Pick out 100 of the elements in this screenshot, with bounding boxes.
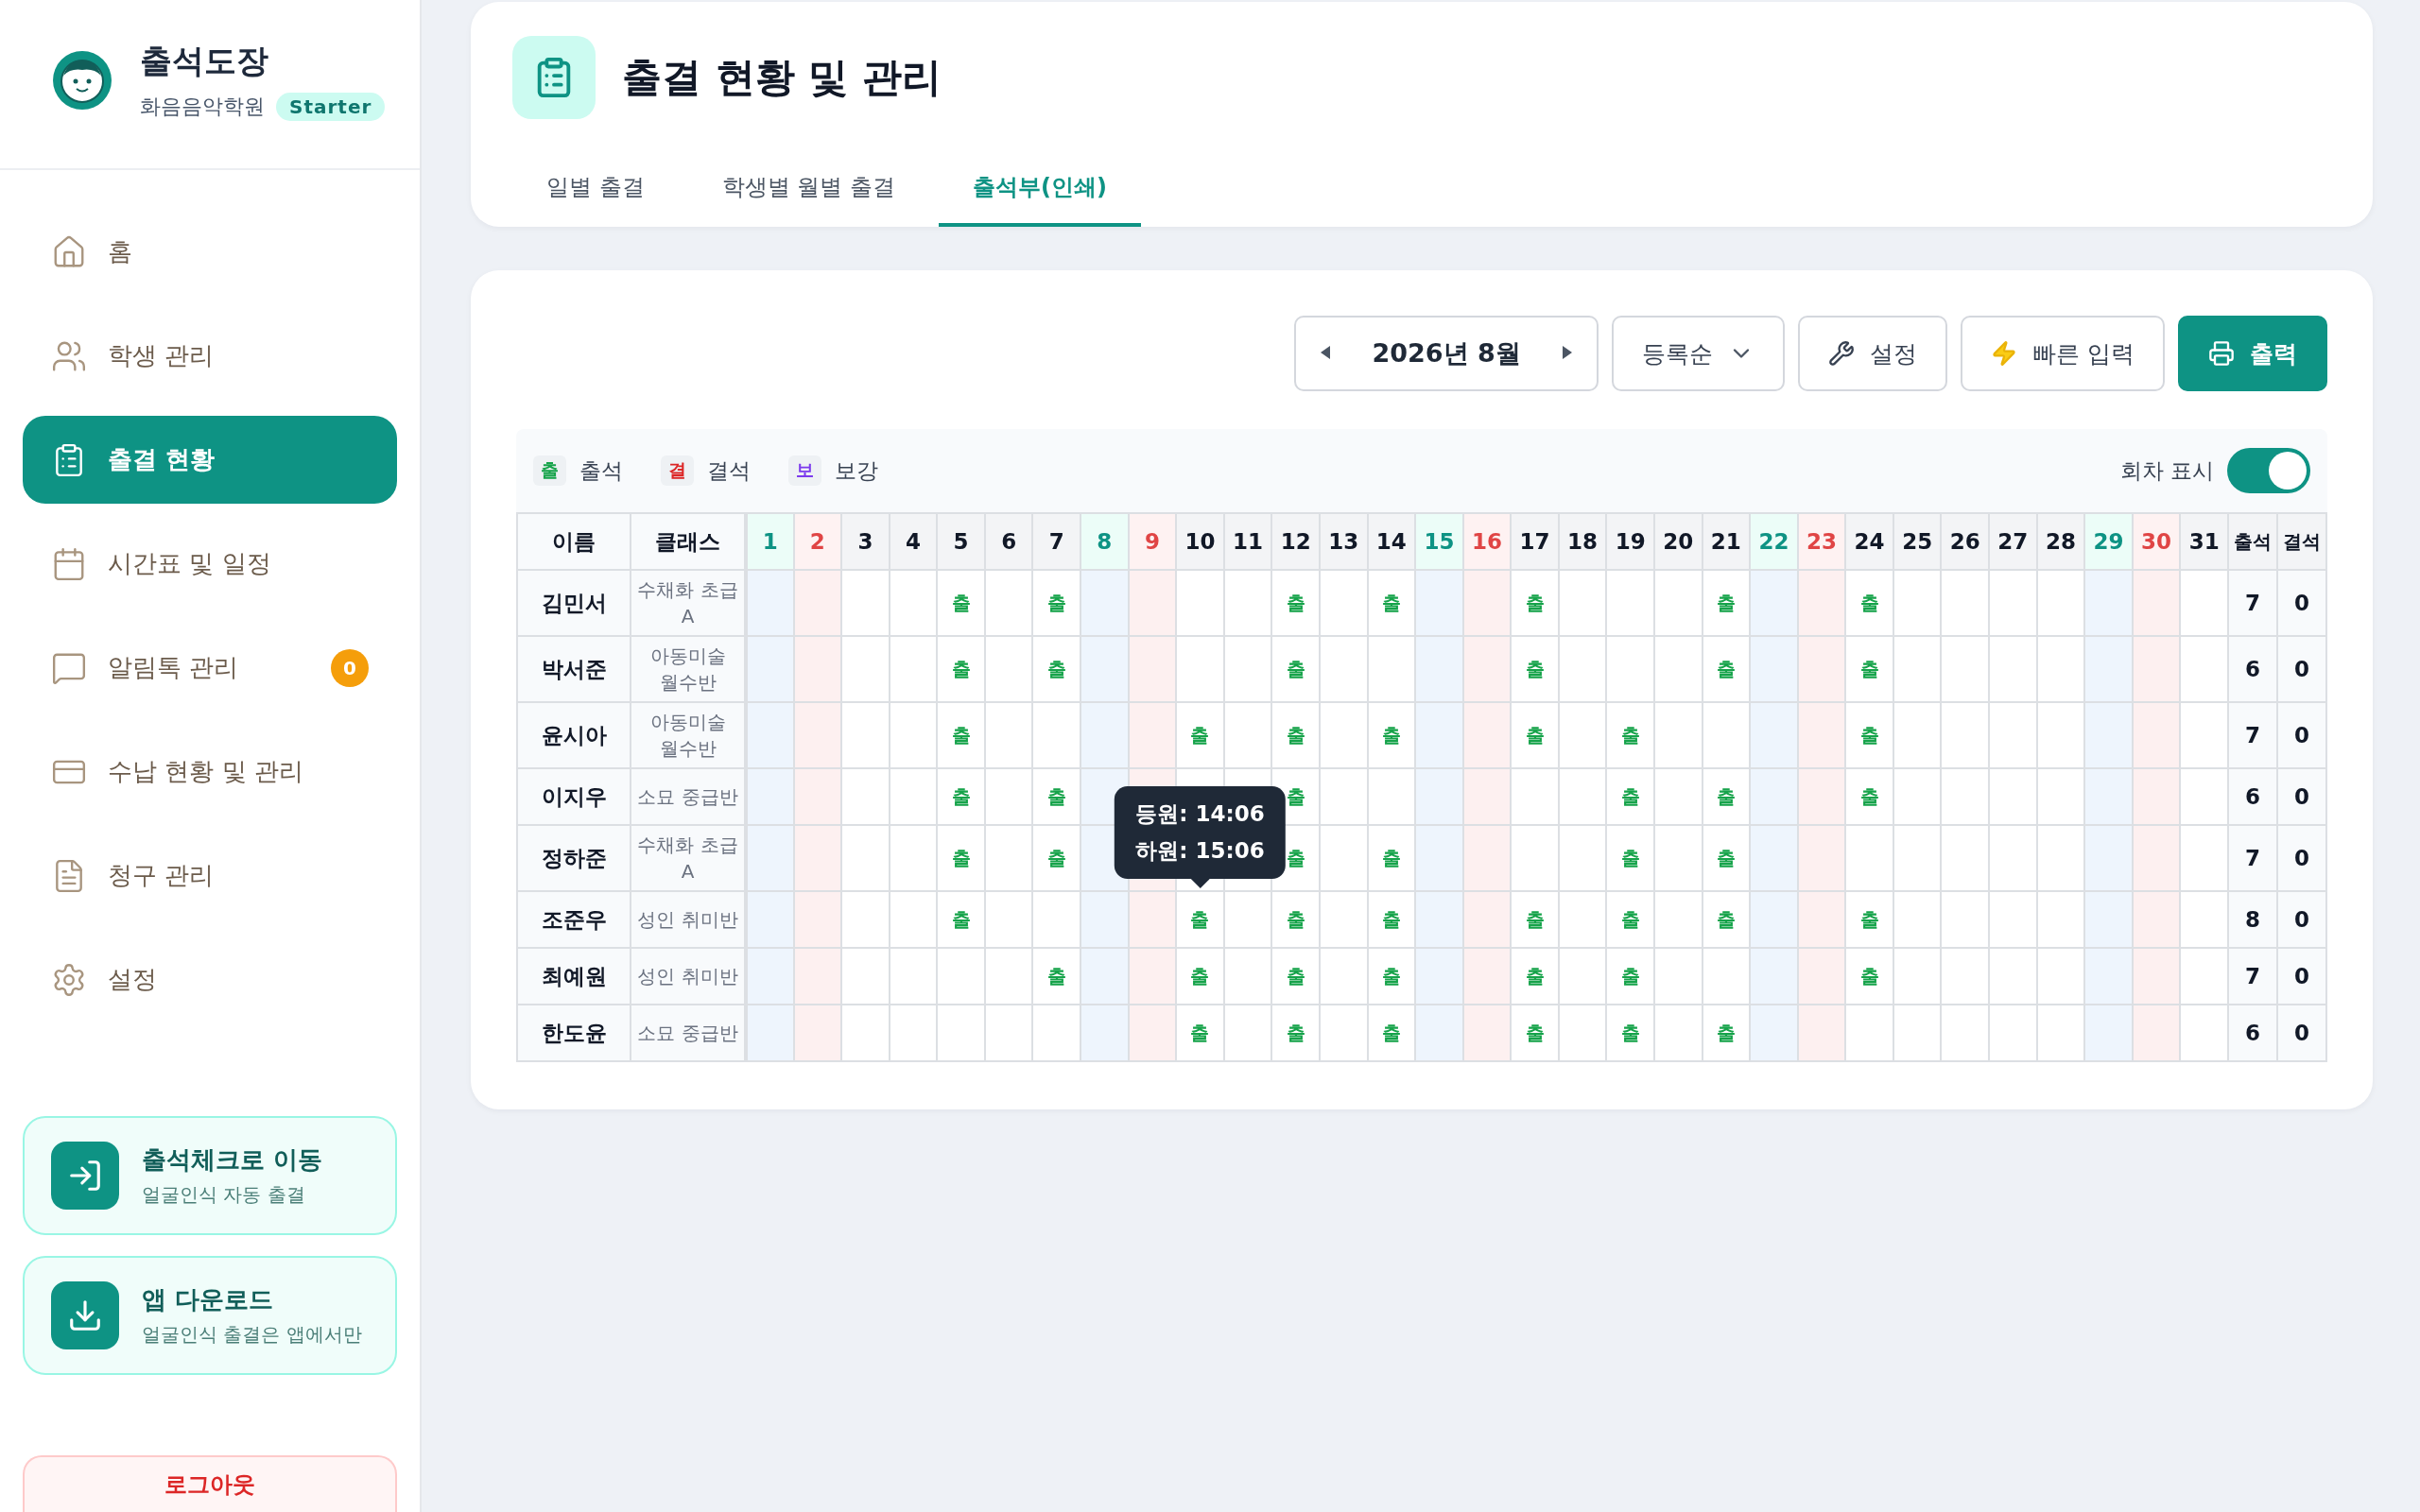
nav-item[interactable]: 시간표 및 일정 — [23, 520, 397, 608]
day-cell[interactable] — [1797, 825, 1846, 891]
day-cell[interactable] — [889, 570, 938, 636]
day-cell[interactable]: 출 — [1845, 636, 1893, 702]
day-cell[interactable]: 출 — [937, 891, 985, 948]
tab[interactable]: 일별 출결 — [512, 172, 679, 227]
day-cell[interactable] — [1750, 768, 1798, 825]
day-cell[interactable] — [984, 891, 1033, 948]
attendance-mark[interactable]: 출 — [951, 723, 971, 747]
day-cell[interactable] — [2180, 1005, 2228, 1061]
day-cell[interactable] — [2036, 825, 2085, 891]
attendance-mark[interactable]: 출 — [1286, 591, 1305, 614]
day-cell[interactable] — [984, 636, 1033, 702]
day-cell[interactable]: 출 — [1702, 1005, 1751, 1061]
day-cell[interactable]: 출 — [1032, 948, 1081, 1005]
day-cell[interactable] — [1558, 825, 1607, 891]
day-cell[interactable] — [1223, 570, 1272, 636]
day-cell[interactable] — [1128, 702, 1177, 768]
day-cell[interactable] — [984, 570, 1033, 636]
attendance-mark[interactable]: 출 — [1046, 591, 1066, 614]
day-cell[interactable] — [1941, 1005, 1990, 1061]
day-cell[interactable] — [1462, 570, 1512, 636]
day-cell[interactable]: 출 — [1702, 825, 1751, 891]
attendance-mark[interactable]: 출 — [1525, 1021, 1545, 1044]
day-cell[interactable] — [1845, 825, 1893, 891]
day-cell[interactable] — [1080, 636, 1129, 702]
attendance-mark[interactable]: 출 — [951, 846, 971, 869]
day-cell[interactable]: 출 — [1271, 702, 1320, 768]
day-cell[interactable]: 출 — [1367, 825, 1416, 891]
day-cell[interactable] — [841, 1005, 890, 1061]
day-cell[interactable] — [1893, 948, 1942, 1005]
day-cell[interactable] — [2036, 636, 2085, 702]
day-cell[interactable] — [793, 570, 842, 636]
day-cell[interactable] — [1893, 636, 1942, 702]
day-cell[interactable] — [1415, 768, 1463, 825]
day-cell[interactable] — [1989, 891, 2037, 948]
day-cell[interactable] — [1558, 768, 1607, 825]
day-cell[interactable]: 출 — [1271, 1005, 1320, 1061]
day-cell[interactable] — [841, 768, 890, 825]
day-cell[interactable]: 출 — [1367, 1005, 1416, 1061]
day-cell[interactable] — [2036, 702, 2085, 768]
day-cell[interactable] — [889, 1005, 938, 1061]
day-cell[interactable] — [1558, 891, 1607, 948]
day-cell[interactable] — [1558, 948, 1607, 1005]
day-cell[interactable] — [746, 825, 794, 891]
day-cell[interactable] — [1080, 702, 1129, 768]
day-cell[interactable]: 출 — [1367, 891, 1416, 948]
attendance-mark[interactable]: 출 — [1525, 964, 1545, 988]
day-cell[interactable] — [2084, 702, 2133, 768]
day-cell[interactable]: 출 — [1845, 891, 1893, 948]
day-cell[interactable]: 출 — [1702, 891, 1751, 948]
day-cell[interactable] — [1654, 768, 1703, 825]
day-cell[interactable] — [889, 948, 938, 1005]
day-cell[interactable] — [1032, 702, 1081, 768]
attendance-mark[interactable]: 출 — [951, 784, 971, 808]
day-cell[interactable] — [1558, 570, 1607, 636]
attendance-mark[interactable]: 출 — [1286, 723, 1305, 747]
attendance-mark[interactable]: 출 — [1286, 846, 1305, 869]
day-cell[interactable] — [1750, 825, 1798, 891]
day-cell[interactable]: 출 — [1511, 948, 1559, 1005]
day-cell[interactable] — [1750, 636, 1798, 702]
day-cell[interactable]: 출 — [1702, 570, 1751, 636]
attendance-mark[interactable]: 출 — [1716, 657, 1736, 680]
day-cell[interactable] — [1750, 702, 1798, 768]
attendance-mark[interactable]: 출 — [1286, 784, 1305, 808]
day-cell[interactable]: 출 — [937, 825, 985, 891]
day-cell[interactable] — [1511, 768, 1559, 825]
day-cell[interactable]: 출 — [1511, 702, 1559, 768]
day-cell[interactable] — [1128, 891, 1177, 948]
day-cell[interactable] — [746, 1005, 794, 1061]
day-cell[interactable] — [1989, 825, 2037, 891]
attendance-mark[interactable]: 출 — [1190, 1021, 1210, 1044]
day-cell[interactable] — [841, 636, 890, 702]
nav-item[interactable]: 홈 — [23, 208, 397, 296]
day-cell[interactable] — [1606, 570, 1654, 636]
shortcut-card[interactable]: 앱 다운로드 얼굴인식 출결은 앱에서만 — [23, 1256, 397, 1375]
day-cell[interactable] — [2132, 825, 2181, 891]
day-cell[interactable] — [1462, 636, 1512, 702]
attendance-mark[interactable]: 출 — [1286, 964, 1305, 988]
day-cell[interactable] — [2132, 891, 2181, 948]
day-cell[interactable] — [1415, 891, 1463, 948]
day-cell[interactable]: 출 — [1271, 636, 1320, 702]
day-cell[interactable] — [1893, 891, 1942, 948]
day-cell[interactable] — [1893, 768, 1942, 825]
day-cell[interactable] — [1893, 570, 1942, 636]
day-cell[interactable] — [746, 948, 794, 1005]
day-cell[interactable]: 출 — [1845, 768, 1893, 825]
attendance-mark[interactable]: 출 — [951, 591, 971, 614]
attendance-mark[interactable]: 출 — [1046, 964, 1066, 988]
day-cell[interactable]: 출 — [1845, 702, 1893, 768]
day-cell[interactable] — [746, 636, 794, 702]
day-cell[interactable]: 출 — [1367, 702, 1416, 768]
nav-item[interactable]: 설정 — [23, 936, 397, 1023]
day-cell[interactable] — [1797, 570, 1846, 636]
day-cell[interactable] — [984, 1005, 1033, 1061]
day-cell[interactable]: 출 — [1032, 768, 1081, 825]
day-cell[interactable] — [889, 825, 938, 891]
day-cell[interactable] — [1223, 702, 1272, 768]
attendance-mark[interactable]: 출 — [1716, 907, 1736, 931]
day-cell[interactable] — [2084, 636, 2133, 702]
